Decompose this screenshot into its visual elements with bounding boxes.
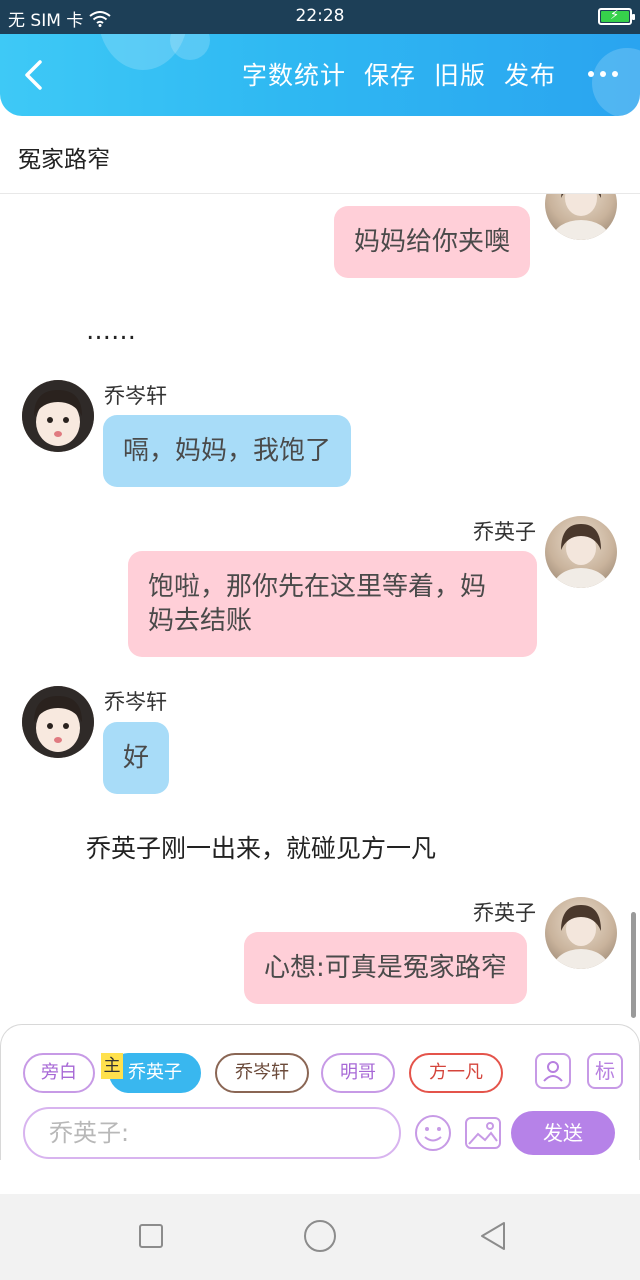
input-panel: 旁白 乔英子 主 乔岑轩 明哥 方一凡 标 乔英子: 发送 — [0, 1024, 640, 1160]
tag-button[interactable]: 标 — [587, 1053, 623, 1089]
old-version-button[interactable]: 旧版 — [434, 56, 486, 92]
app-header-area: 无 SIM 卡 22:28 ⚡ 字数统计 保存 旧版 发布 — [0, 0, 640, 116]
role-chip-fangyifan[interactable]: 方一凡 — [409, 1053, 503, 1093]
save-button[interactable]: 保存 — [364, 56, 416, 92]
image-icon[interactable] — [463, 1113, 503, 1153]
avatar-yingzi[interactable] — [545, 897, 617, 969]
back-arrow-icon[interactable] — [18, 58, 52, 92]
clock: 22:28 — [295, 6, 345, 26]
role-chip-mingge[interactable]: 明哥 — [321, 1053, 395, 1093]
message-line: 妈去结账 — [148, 606, 253, 636]
app-header: 字数统计 保存 旧版 发布 — [0, 34, 640, 116]
nav-back-icon[interactable] — [478, 1220, 508, 1252]
send-button[interactable]: 发送 — [511, 1111, 615, 1155]
message-bubble[interactable]: 好 — [103, 722, 170, 794]
battery-icon: ⚡ — [598, 8, 635, 25]
publish-button[interactable]: 发布 — [504, 56, 556, 92]
word-count-button[interactable]: 字数统计 — [242, 56, 346, 92]
avatar-cenxuan[interactable] — [22, 380, 94, 452]
message-line: 饱啦，那你先在这里等着，妈 — [148, 572, 487, 602]
message-bubble[interactable]: 饱啦，那你先在这里等着，妈 妈去结账 — [128, 551, 537, 657]
character-manage-icon[interactable] — [535, 1053, 571, 1089]
more-icon[interactable] — [588, 71, 618, 77]
role-chip-aside[interactable]: 旁白 — [23, 1053, 95, 1093]
sender-name: 乔英子 — [473, 520, 536, 544]
avatar-cenxuan[interactable] — [22, 686, 94, 758]
sender-name: 乔岑轩 — [104, 690, 167, 714]
message-bubble[interactable]: 妈妈给你夹噢 — [334, 206, 531, 278]
chat-scrollbar[interactable] — [631, 912, 636, 1018]
chat-area[interactable]: 妈妈给你夹噢 …… 乔岑轩 嗝，妈妈，我饱了 乔英子 饱啦，那你先在这里等着，妈… — [0, 194, 640, 1026]
sender-name: 乔英子 — [473, 901, 536, 925]
story-title[interactable]: 冤家路窄 — [18, 140, 110, 174]
system-nav-bar — [0, 1194, 640, 1280]
emoji-icon[interactable] — [413, 1113, 453, 1153]
role-chip-cenxuan[interactable]: 乔岑轩 — [215, 1053, 309, 1093]
avatar-yingzi[interactable] — [545, 516, 617, 588]
status-bar: 无 SIM 卡 22:28 ⚡ — [0, 0, 640, 34]
main-role-badge: 主 — [101, 1053, 123, 1079]
narration-text[interactable]: 乔英子刚一出来，就碰见方一凡 — [86, 829, 436, 865]
header-actions: 字数统计 保存 旧版 发布 — [242, 56, 618, 92]
recents-icon[interactable] — [139, 1224, 163, 1248]
message-bubble[interactable]: 嗝，妈妈，我饱了 — [103, 415, 352, 487]
story-title-bar: 冤家路窄 — [0, 116, 640, 194]
message-input[interactable]: 乔英子: — [23, 1107, 401, 1159]
message-bubble[interactable]: 心想:可真是冤家路窄 — [244, 932, 527, 1004]
narration-text[interactable]: …… — [86, 316, 136, 345]
sender-name: 乔岑轩 — [104, 384, 167, 408]
home-icon[interactable] — [304, 1220, 336, 1252]
avatar-yingzi[interactable] — [545, 194, 617, 240]
